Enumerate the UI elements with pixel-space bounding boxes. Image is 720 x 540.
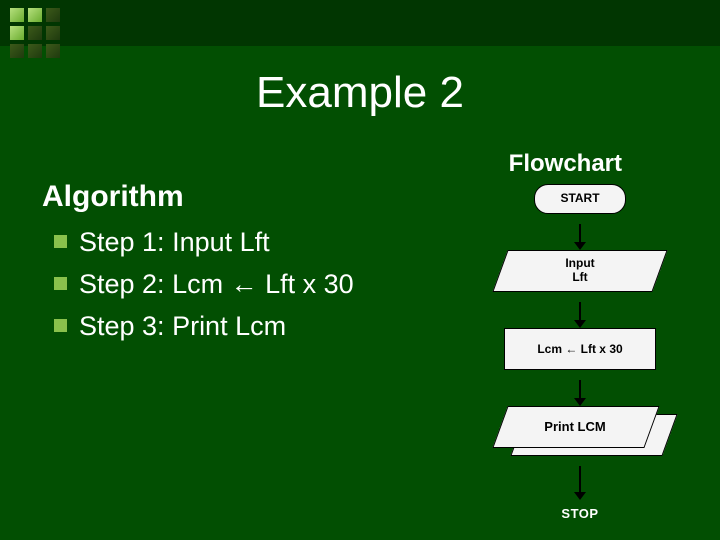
deco-square — [46, 26, 60, 40]
bullet-icon — [54, 235, 67, 248]
algorithm-steps: Step 1: Input Lft Step 2: Lcm ← Lft x 30… — [54, 222, 354, 348]
deco-square — [10, 8, 24, 22]
bullet-icon — [54, 277, 67, 290]
deco-square — [28, 44, 42, 58]
deco-square — [28, 8, 42, 22]
step-item: Step 1: Input Lft — [54, 222, 354, 264]
slide-title: Example 2 — [0, 68, 720, 118]
step-item: Step 2: Lcm ← Lft x 30 — [54, 264, 354, 306]
flow-node-label: STOP — [561, 507, 598, 521]
deco-square — [10, 44, 24, 58]
flow-node-label: Lcm ← Lft x 30 — [537, 342, 622, 356]
step-item: Step 3: Print Lcm — [54, 306, 354, 348]
header-band — [0, 0, 720, 46]
flow-arrow — [480, 466, 680, 500]
deco-square — [28, 26, 42, 40]
step-text: Step 3: Print Lcm — [79, 311, 286, 341]
flowchart-heading: Flowchart — [509, 150, 622, 178]
flow-arrow — [480, 224, 680, 250]
deco-square — [46, 44, 60, 58]
step-text: Step 2: Lcm ← Lft x 30 — [79, 269, 354, 299]
flow-arrow — [480, 302, 680, 328]
bullet-icon — [54, 319, 67, 332]
flow-node-label: Print LCM — [500, 406, 650, 446]
flow-node-label: START — [560, 192, 599, 205]
flow-output: Print LCM — [500, 406, 660, 456]
deco-square — [10, 26, 24, 40]
flow-arrow — [480, 380, 680, 406]
decorative-squares — [10, 8, 60, 58]
flow-process: Lcm ← Lft x 30 — [504, 328, 656, 370]
flow-node-label: Input Lft — [500, 250, 660, 292]
step-text: Step 1: Input Lft — [79, 227, 270, 257]
deco-square — [46, 8, 60, 22]
flow-start: START — [534, 184, 626, 214]
algorithm-heading: Algorithm — [42, 180, 184, 214]
flow-stop: STOP — [535, 500, 625, 528]
flow-input: Input Lft — [500, 250, 660, 292]
flowchart: START Input Lft Lcm ← Lft x 30 Print LCM… — [480, 184, 680, 538]
